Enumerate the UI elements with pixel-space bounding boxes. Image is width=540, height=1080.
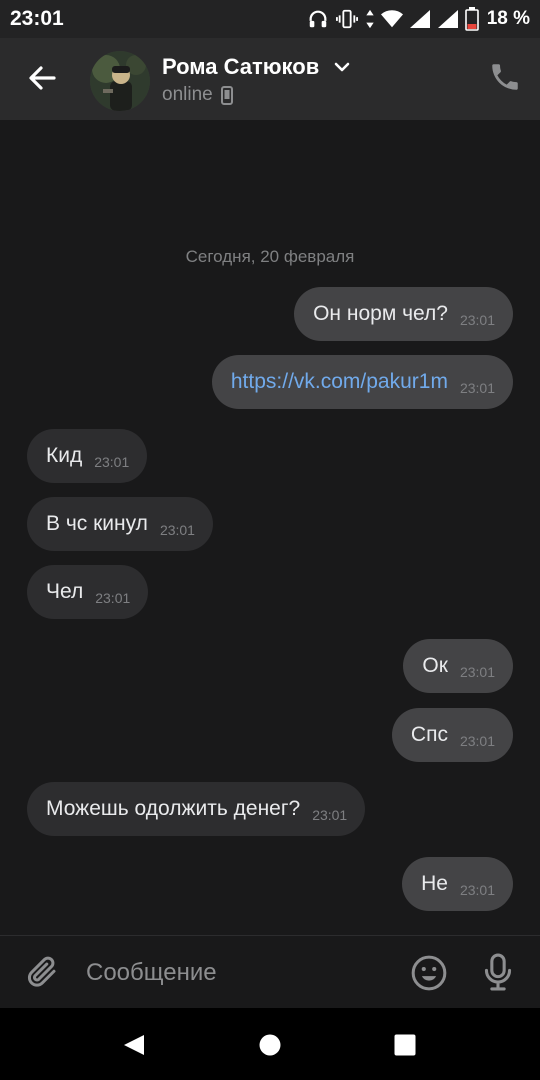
message-text: Он норм чел? — [313, 302, 448, 325]
message-link[interactable]: https://vk.com/pakur1m — [231, 370, 448, 394]
message-bubble-outgoing[interactable]: Спс 23:01 — [391, 708, 513, 762]
system-nav-bar — [0, 1008, 540, 1080]
paperclip-icon[interactable] — [24, 954, 60, 990]
message-text: Можешь одолжить денег? — [46, 797, 301, 820]
message-text: Ок — [422, 654, 448, 677]
microphone-icon[interactable] — [482, 952, 514, 992]
message-list[interactable]: Сегодня, 20 февраля Он норм чел? 23:01 h… — [0, 120, 540, 935]
message-bubble-outgoing[interactable]: Не 23:01 — [402, 857, 513, 911]
message-bubble-incoming[interactable]: Можешь одолжить денег? 23:01 — [27, 782, 366, 836]
message-time: 23:01 — [459, 312, 495, 328]
headphones-icon — [309, 10, 327, 28]
nav-recents-icon[interactable] — [394, 1034, 416, 1056]
nav-home-icon[interactable] — [259, 1034, 281, 1056]
message-time: 23:01 — [459, 664, 495, 680]
presence-text: online — [162, 84, 213, 105]
signal-icon — [409, 10, 430, 28]
composer — [0, 935, 540, 1008]
chat-header: Рома Сатюков online — [0, 38, 540, 120]
message-input[interactable] — [86, 954, 386, 992]
status-bar: 23:01 18 % — [0, 0, 540, 38]
emoji-icon[interactable] — [410, 954, 448, 992]
message-text: Кид — [46, 444, 83, 467]
avatar-image — [90, 51, 150, 111]
message-bubble-incoming[interactable]: Чел 23:01 — [27, 565, 149, 619]
message-bubble-outgoing[interactable]: https://vk.com/pakur1m 23:01 — [211, 355, 513, 409]
chevron-down-icon[interactable] — [333, 60, 351, 74]
battery-percent: 18 % — [486, 8, 530, 29]
message-time: 23:01 — [159, 522, 195, 538]
message-time: 23:01 — [95, 590, 131, 606]
message-bubble-incoming[interactable]: Кид 23:01 — [27, 429, 148, 483]
avatar[interactable] — [90, 51, 150, 111]
message-time: 23:01 — [459, 733, 495, 749]
date-separator: Сегодня, 20 февраля — [185, 247, 355, 266]
message-text: Спс — [410, 723, 448, 746]
message-text: В чс кинул — [46, 512, 148, 535]
message-text: Чел — [46, 580, 84, 603]
wifi-icon — [380, 10, 403, 28]
data-arrows-icon — [366, 9, 374, 29]
message-time: 23:01 — [94, 454, 130, 470]
nav-back-icon[interactable] — [122, 1033, 146, 1057]
message-time: 23:01 — [312, 807, 348, 823]
mobile-device-icon — [220, 85, 233, 105]
message-time: 23:01 — [459, 882, 495, 898]
message-text: Не — [421, 872, 448, 895]
back-arrow-icon[interactable] — [24, 60, 60, 96]
status-icons: 18 % — [307, 7, 530, 31]
status-time: 23:01 — [10, 7, 64, 30]
battery-icon — [464, 7, 479, 31]
phone-icon[interactable] — [488, 60, 522, 94]
message-bubble-outgoing[interactable]: Ок 23:01 — [403, 639, 513, 693]
presence-status: online — [162, 84, 233, 106]
message-time: 23:01 — [459, 380, 495, 396]
signal-icon — [437, 10, 458, 28]
message-bubble-incoming[interactable]: В чс кинул 23:01 — [27, 497, 213, 551]
message-bubble-outgoing[interactable]: Он норм чел? 23:01 — [294, 287, 513, 341]
vibrate-icon — [335, 9, 358, 29]
contact-name[interactable]: Рома Сатюков — [162, 54, 319, 80]
